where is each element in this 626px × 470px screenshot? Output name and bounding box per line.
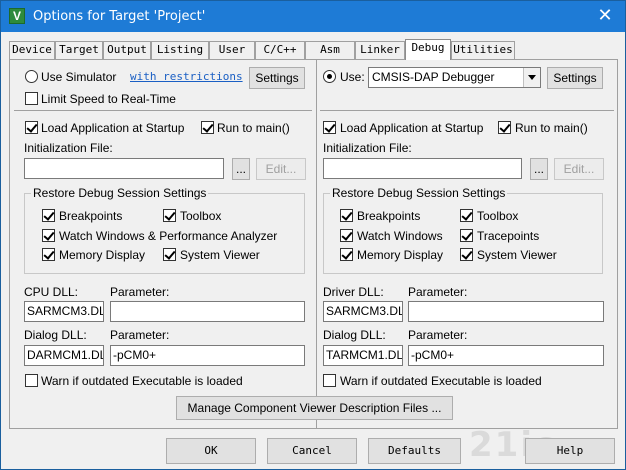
keil-app-icon: V: [9, 8, 25, 24]
right-init-file-label: Initialization File:: [323, 141, 412, 155]
load-app-label: Load Application at Startup: [41, 121, 185, 135]
chevron-down-icon[interactable]: [523, 68, 540, 87]
limit-speed-checkbox[interactable]: [25, 92, 38, 105]
cancel-button[interactable]: Cancel: [267, 438, 357, 464]
debug-panel: Use Simulator with restrictions Settings…: [9, 59, 618, 429]
init-file-label: Initialization File:: [24, 141, 113, 155]
restore-watch-label: Watch Windows & Performance Analyzer: [59, 229, 278, 243]
restore-watch-checkbox[interactable]: [42, 229, 55, 242]
restore-breakpoints-checkbox[interactable]: [42, 209, 55, 222]
title-bar[interactable]: V Options for Target 'Project' ✕: [1, 1, 625, 32]
right-dialog-parameter-field[interactable]: -pCM0+: [408, 345, 604, 366]
right-restore-tracepoints-label: Tracepoints: [477, 229, 540, 243]
tab-device[interactable]: Device: [9, 41, 55, 59]
restore-memory-checkbox[interactable]: [42, 248, 55, 261]
right-restore-toolbox-label: Toolbox: [477, 209, 519, 223]
dialog-parameter-field[interactable]: -pCM0+: [110, 345, 305, 366]
cpu-parameter-label: Parameter:: [110, 285, 170, 299]
right-restore-system-viewer-label: System Viewer: [477, 248, 557, 262]
right-warn-outdated-label: Warn if outdated Executable is loaded: [340, 374, 542, 388]
right-init-file-browse-button[interactable]: ...: [530, 158, 548, 180]
restore-memory-label: Memory Display: [59, 248, 146, 262]
with-restrictions-link[interactable]: with restrictions: [130, 70, 243, 83]
tab-user[interactable]: User: [209, 41, 255, 59]
dialog-parameter-label: Parameter:: [110, 328, 170, 342]
right-init-file-edit-button[interactable]: Edit...: [554, 158, 604, 180]
tab-utilities[interactable]: Utilities: [451, 41, 515, 59]
driver-parameter-label: Parameter:: [408, 285, 468, 299]
driver-dll-field[interactable]: SARMCM3.DLL: [323, 301, 403, 322]
right-restore-memory-checkbox[interactable]: [340, 248, 353, 261]
debugger-select[interactable]: CMSIS-DAP Debugger: [368, 67, 541, 88]
cpu-parameter-field[interactable]: [110, 301, 305, 322]
restore-toolbox-label: Toolbox: [180, 209, 222, 223]
cpu-dll-label: CPU DLL:: [24, 285, 79, 299]
help-button[interactable]: Help: [525, 438, 615, 464]
right-restore-system-viewer-checkbox[interactable]: [460, 248, 473, 261]
right-restore-watch-checkbox[interactable]: [340, 229, 353, 242]
right-init-file-input[interactable]: [323, 158, 522, 179]
right-separator: [320, 110, 614, 111]
cpu-dll-field[interactable]: SARMCM3.DLL: [24, 301, 104, 322]
right-restore-settings-group: Restore Debug Session Settings Breakpoin…: [323, 186, 603, 274]
restore-system-viewer-label: System Viewer: [180, 248, 260, 262]
right-run-to-main-label: Run to main(): [515, 121, 588, 135]
left-separator: [14, 110, 312, 111]
tab-debug[interactable]: Debug: [405, 39, 451, 60]
warn-outdated-checkbox[interactable]: [25, 374, 38, 387]
right-load-app-checkbox[interactable]: [323, 121, 336, 134]
right-dialog-dll-label: Dialog DLL:: [323, 328, 386, 342]
warn-outdated-label: Warn if outdated Executable is loaded: [41, 374, 243, 388]
right-warn-outdated-checkbox[interactable]: [323, 374, 336, 387]
ok-button[interactable]: OK: [166, 438, 256, 464]
dialog-dll-field[interactable]: DARMCM1.DLL: [24, 345, 104, 366]
tab-c-cpp[interactable]: C/C++: [255, 41, 305, 59]
manage-component-viewer-button[interactable]: Manage Component Viewer Description File…: [176, 396, 453, 420]
tab-linker[interactable]: Linker: [355, 41, 405, 59]
restore-breakpoints-label: Breakpoints: [59, 209, 123, 223]
right-restore-breakpoints-checkbox[interactable]: [340, 209, 353, 222]
simulator-settings-button[interactable]: Settings: [249, 67, 305, 89]
debugger-select-value: CMSIS-DAP Debugger: [372, 70, 495, 84]
limit-speed-label: Limit Speed to Real-Time: [41, 92, 176, 106]
driver-dll-label: Driver DLL:: [323, 285, 384, 299]
tab-target[interactable]: Target: [55, 41, 103, 59]
options-dialog: V Options for Target 'Project' ✕ Device …: [0, 0, 626, 470]
right-load-app-label: Load Application at Startup: [340, 121, 484, 135]
use-debugger-radio[interactable]: [323, 70, 336, 83]
tab-asm[interactable]: Asm: [305, 41, 355, 59]
use-debugger-label: Use:: [340, 70, 365, 84]
run-to-main-checkbox[interactable]: [201, 121, 214, 134]
run-to-main-label: Run to main(): [217, 121, 290, 135]
load-app-checkbox[interactable]: [25, 121, 38, 134]
use-simulator-radio[interactable]: [25, 70, 38, 83]
right-restore-memory-label: Memory Display: [357, 248, 444, 262]
tab-output[interactable]: Output: [103, 41, 151, 59]
defaults-button[interactable]: Defaults: [368, 438, 461, 464]
driver-parameter-field[interactable]: [408, 301, 604, 322]
init-file-browse-button[interactable]: ...: [232, 158, 250, 180]
right-restore-watch-label: Watch Windows: [357, 229, 443, 243]
right-dialog-dll-field[interactable]: TARMCM1.DLL: [323, 345, 403, 366]
right-restore-tracepoints-checkbox[interactable]: [460, 229, 473, 242]
tab-listing[interactable]: Listing: [151, 41, 209, 59]
right-restore-breakpoints-label: Breakpoints: [357, 209, 421, 223]
init-file-edit-button[interactable]: Edit...: [256, 158, 306, 180]
close-icon[interactable]: ✕: [585, 1, 625, 32]
init-file-input[interactable]: [24, 158, 224, 179]
restore-system-viewer-checkbox[interactable]: [163, 248, 176, 261]
right-restore-group-title: Restore Debug Session Settings: [330, 186, 508, 200]
right-run-to-main-checkbox[interactable]: [498, 121, 511, 134]
dialog-dll-label: Dialog DLL:: [24, 328, 87, 342]
right-restore-toolbox-checkbox[interactable]: [460, 209, 473, 222]
window-title: Options for Target 'Project': [33, 9, 206, 24]
debugger-settings-button[interactable]: Settings: [547, 67, 603, 89]
restore-settings-group: Restore Debug Session Settings Breakpoin…: [24, 186, 305, 274]
restore-toolbox-checkbox[interactable]: [163, 209, 176, 222]
column-divider: [316, 60, 317, 428]
right-dialog-parameter-label: Parameter:: [408, 328, 468, 342]
restore-group-title: Restore Debug Session Settings: [31, 186, 209, 200]
use-simulator-label: Use Simulator: [41, 70, 117, 84]
